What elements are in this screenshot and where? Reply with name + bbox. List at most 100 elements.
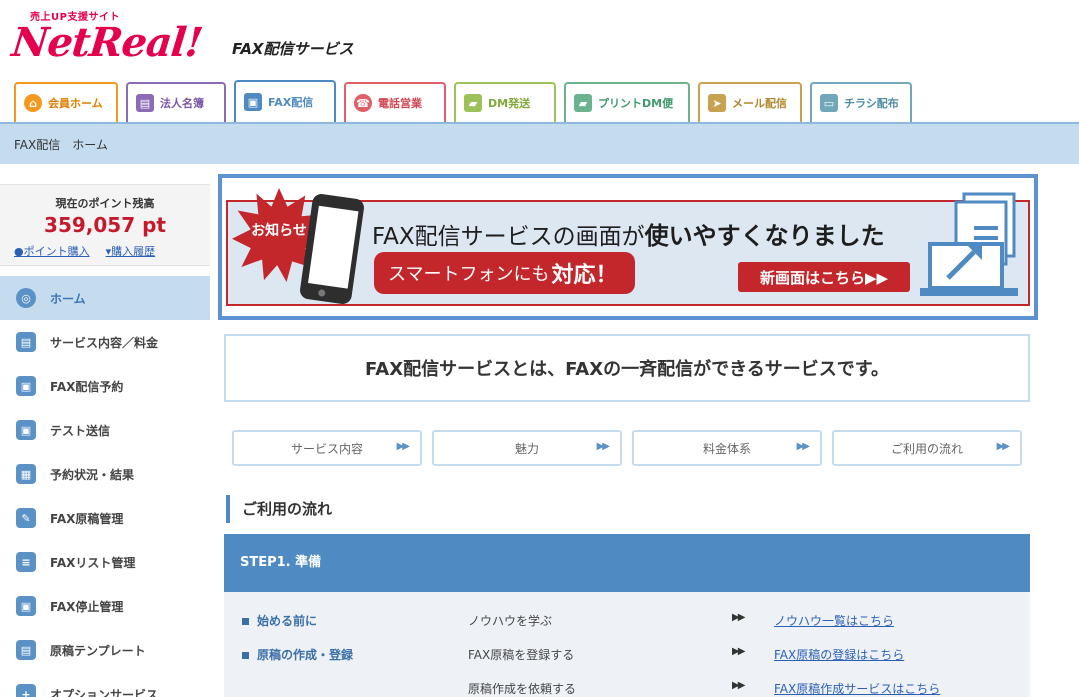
purchase-history-label: 購入履歴 xyxy=(111,245,156,258)
step-row: 原稿作成を依頼する ▶▶ FAX原稿作成サービスはこちら xyxy=(224,672,1030,697)
service-lead: FAX配信サービスとは、FAXの一斉配信ができるサービスです。 xyxy=(224,334,1030,402)
sidebar-item-fax-reservation[interactable]: ▣ FAX配信予約 xyxy=(0,364,210,408)
paper-plane-icon: ➤ xyxy=(708,94,726,112)
step-row-desc: FAX原稿を登録する xyxy=(468,648,575,662)
double-arrow-icon: ▶▶ xyxy=(996,441,1010,452)
nav-label: 料金体系 xyxy=(702,441,751,456)
tab-mail-delivery[interactable]: ➤ メール配信 xyxy=(698,82,802,122)
truck-icon: ▰ xyxy=(464,94,482,112)
document-icon: ▤ xyxy=(16,332,36,352)
sidebar-item-label: FAXリスト管理 xyxy=(50,555,136,570)
double-arrow-icon: ▶▶ xyxy=(396,441,410,452)
double-arrow-icon: ▶▶ xyxy=(732,646,745,657)
double-arrow-icon: ▶▶ xyxy=(796,441,810,452)
list-icon: ≡ xyxy=(16,552,36,572)
tab-label: 法人名簿 xyxy=(160,97,204,110)
tab-label: 会員ホーム xyxy=(48,97,103,110)
fax-icon: ▣ xyxy=(16,420,36,440)
points-links: ●ポイント購入 ▾購入履歴 xyxy=(14,243,155,259)
print-truck-icon: ▰ xyxy=(574,94,592,112)
nav-pricing-button[interactable]: 料金体系 ▶▶ xyxy=(632,430,822,466)
nav-label: ご利用の流れ xyxy=(890,441,963,456)
announcement-banner[interactable]: お知らせ FAX配信サービスの画面が使いやすくなりました スマートフォンにも 対応… xyxy=(218,174,1038,320)
banner-panel: お知らせ FAX配信サービスの画面が使いやすくなりました スマートフォンにも 対応… xyxy=(226,188,1030,306)
page: 売上UP支援サイト NetReal! FAX配信サービス ⌂ 会員ホーム ▤ 法… xyxy=(0,0,1079,697)
site-logo[interactable]: 売上UP支援サイト NetReal! xyxy=(10,8,222,68)
fax-icon: ▣ xyxy=(16,376,36,396)
sidebar-item-status-results[interactable]: ▦ 予約状況・結果 xyxy=(0,452,210,496)
points-purchase-label: ポイント購入 xyxy=(23,245,90,258)
tab-flyer-distribution[interactable]: ▭ チラシ配布 xyxy=(810,82,912,122)
document-edit-icon: ✎ xyxy=(16,508,36,528)
pc-document-icon xyxy=(920,192,1018,296)
sidebar-item-label: 原稿テンプレート xyxy=(50,643,146,658)
square-bullet-icon xyxy=(242,618,249,625)
tab-corporate-list[interactable]: ▤ 法人名簿 xyxy=(126,82,226,122)
tab-dm-shipping[interactable]: ▰ DM発送 xyxy=(454,82,556,122)
double-arrow-icon: ▶▶ xyxy=(732,612,745,623)
step-row: 原稿の作成・登録 FAX原稿を登録する ▶▶ FAX原稿の登録はこちら xyxy=(224,638,1030,668)
sidebar-item-options[interactable]: + オプションサービス xyxy=(0,672,210,697)
nav-appeal-button[interactable]: 魅力 ▶▶ xyxy=(432,430,622,466)
step-row: 始める前に ノウハウを学ぶ ▶▶ ノウハウ一覧はこちら xyxy=(224,604,1030,634)
register-manuscript-link[interactable]: FAX原稿の登録はこちら xyxy=(774,646,904,663)
book-icon: ▤ xyxy=(136,94,154,112)
sidebar-item-label: テスト送信 xyxy=(50,423,111,438)
points-balance-box: 現在のポイント残高 359,057 pt ●ポイント購入 ▾購入履歴 xyxy=(0,184,210,266)
smartphone-support-label: スマートフォンにも 対応！ xyxy=(374,252,636,294)
step-row-label-text: 原稿の作成・登録 xyxy=(257,648,354,662)
breadcrumb: FAX配信 ホーム xyxy=(14,138,108,152)
manuscript-service-link[interactable]: FAX原稿作成サービスはこちら xyxy=(774,680,940,697)
plus-circle-icon: + xyxy=(16,684,36,697)
calendar-icon: ▦ xyxy=(16,464,36,484)
sidebar-item-fax-list[interactable]: ≡ FAXリスト管理 xyxy=(0,540,210,584)
tab-telemarketing[interactable]: ☎ 電話営業 xyxy=(344,82,446,122)
flyer-icon: ▭ xyxy=(820,94,838,112)
tab-label: チラシ配布 xyxy=(844,97,899,110)
nav-flow-button[interactable]: ご利用の流れ ▶▶ xyxy=(832,430,1022,466)
sidebar-item-fax-stop[interactable]: ▣ FAX停止管理 xyxy=(0,584,210,628)
tab-label: プリントDM便 xyxy=(598,97,674,110)
step-header: STEP1. 準備 xyxy=(224,534,1030,592)
step-row-desc: 原稿作成を依頼する xyxy=(468,682,577,696)
sidebar-item-templates[interactable]: ▤ 原稿テンプレート xyxy=(0,628,210,672)
sidebar-item-home[interactable]: ◎ ホーム xyxy=(0,276,210,320)
nav-label: 魅力 xyxy=(514,441,539,456)
sidebar-item-label: サービス内容／料金 xyxy=(50,335,159,350)
step-row-label-text: 始める前に xyxy=(257,614,318,628)
service-tabs: ⌂ 会員ホーム ▤ 法人名簿 ▣ FAX配信 ☎ 電話営業 ▰ DM発送 ▰ プ… xyxy=(14,80,912,122)
smartphone-icon xyxy=(300,194,364,304)
headline-normal: FAX配信サービスの画面が xyxy=(372,224,645,250)
double-arrow-icon: ▶▶ xyxy=(596,441,610,452)
nav-service-content-button[interactable]: サービス内容 ▶▶ xyxy=(232,430,422,466)
breadcrumb-bar: FAX配信 ホーム xyxy=(0,122,1079,164)
knowhow-link[interactable]: ノウハウ一覧はこちら xyxy=(774,612,894,629)
tab-label: メール配信 xyxy=(732,97,787,110)
tab-label: DM発送 xyxy=(488,97,531,110)
tab-print-dm[interactable]: ▰ プリントDM便 xyxy=(564,82,690,122)
fax-icon: ▣ xyxy=(244,93,262,111)
sidebar-menu: ◎ ホーム ▤ サービス内容／料金 ▣ FAX配信予約 ▣ テスト送信 ▦ 予約… xyxy=(0,276,210,697)
sidebar-item-label: FAX原稿管理 xyxy=(50,511,124,526)
tab-label: 電話営業 xyxy=(378,97,422,110)
smartphone-bold: 対応！ xyxy=(551,263,618,288)
sidebar-item-fax-manuscript[interactable]: ✎ FAX原稿管理 xyxy=(0,496,210,540)
template-icon: ▤ xyxy=(16,640,36,660)
section-title: ご利用の流れ xyxy=(226,495,332,523)
nav-label: サービス内容 xyxy=(290,441,363,456)
globe-icon: ◎ xyxy=(16,288,36,308)
new-screen-button[interactable]: 新画面はこちら▶▶ xyxy=(738,262,910,292)
sidebar-item-test-send[interactable]: ▣ テスト送信 xyxy=(0,408,210,452)
points-purchase-link[interactable]: ●ポイント購入 xyxy=(14,243,90,259)
tab-fax-delivery[interactable]: ▣ FAX配信 xyxy=(234,80,336,122)
fax-stop-icon: ▣ xyxy=(16,596,36,616)
tab-member-home[interactable]: ⌂ 会員ホーム xyxy=(14,82,118,122)
step-row-label: 始める前に xyxy=(242,612,317,629)
step-body: 始める前に ノウハウを学ぶ ▶▶ ノウハウ一覧はこちら 原稿の作成・登録 FAX… xyxy=(224,592,1030,697)
sidebar-item-service-pricing[interactable]: ▤ サービス内容／料金 xyxy=(0,320,210,364)
double-arrow-icon: ▶▶ xyxy=(732,680,745,691)
purchase-history-link[interactable]: ▾購入履歴 xyxy=(106,243,156,259)
points-label: 現在のポイント残高 xyxy=(55,197,155,210)
sidebar-item-label: FAX停止管理 xyxy=(50,599,124,614)
step-row-desc: ノウハウを学ぶ xyxy=(468,614,553,628)
